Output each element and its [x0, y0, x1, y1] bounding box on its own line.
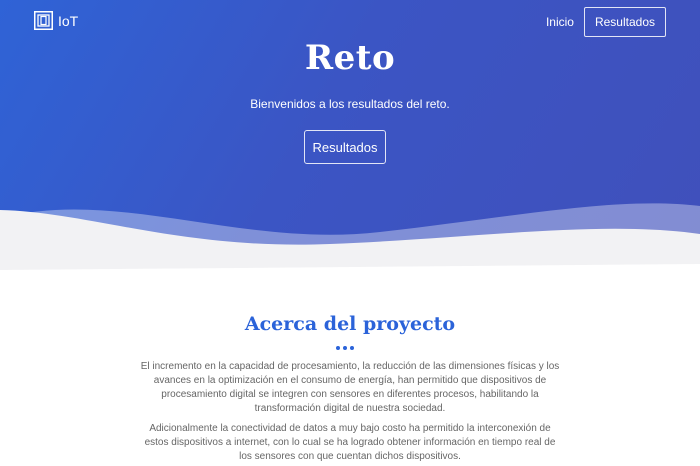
- title-dots-divider: [336, 346, 357, 350]
- hero-section: IoT Inicio Resultados Reto Bienvenidos a…: [0, 0, 700, 270]
- top-nav: Inicio Resultados: [546, 7, 666, 37]
- logo-icon: [34, 11, 53, 30]
- about-title: Acerca del proyecto: [244, 313, 456, 335]
- dot: [343, 346, 347, 350]
- nav-results-button[interactable]: Resultados: [583, 7, 666, 37]
- about-paragraph-2: Adicionalmente la conectividad de datos …: [144, 423, 556, 462]
- nav-home-link[interactable]: Inicio: [546, 15, 574, 29]
- about-paragraph-1: El incremento en la capacidad de procesa…: [140, 361, 560, 414]
- hero-subtitle: Bienvenidos a los resultados del reto.: [250, 97, 450, 111]
- hero-wave-divider: [0, 203, 700, 270]
- hero-title: Reto: [304, 38, 396, 78]
- hero-results-button[interactable]: Resultados: [304, 130, 386, 164]
- brand-name: IoT: [58, 12, 79, 29]
- dot: [350, 346, 354, 350]
- brand-link[interactable]: IoT: [34, 11, 78, 30]
- dot: [336, 346, 340, 350]
